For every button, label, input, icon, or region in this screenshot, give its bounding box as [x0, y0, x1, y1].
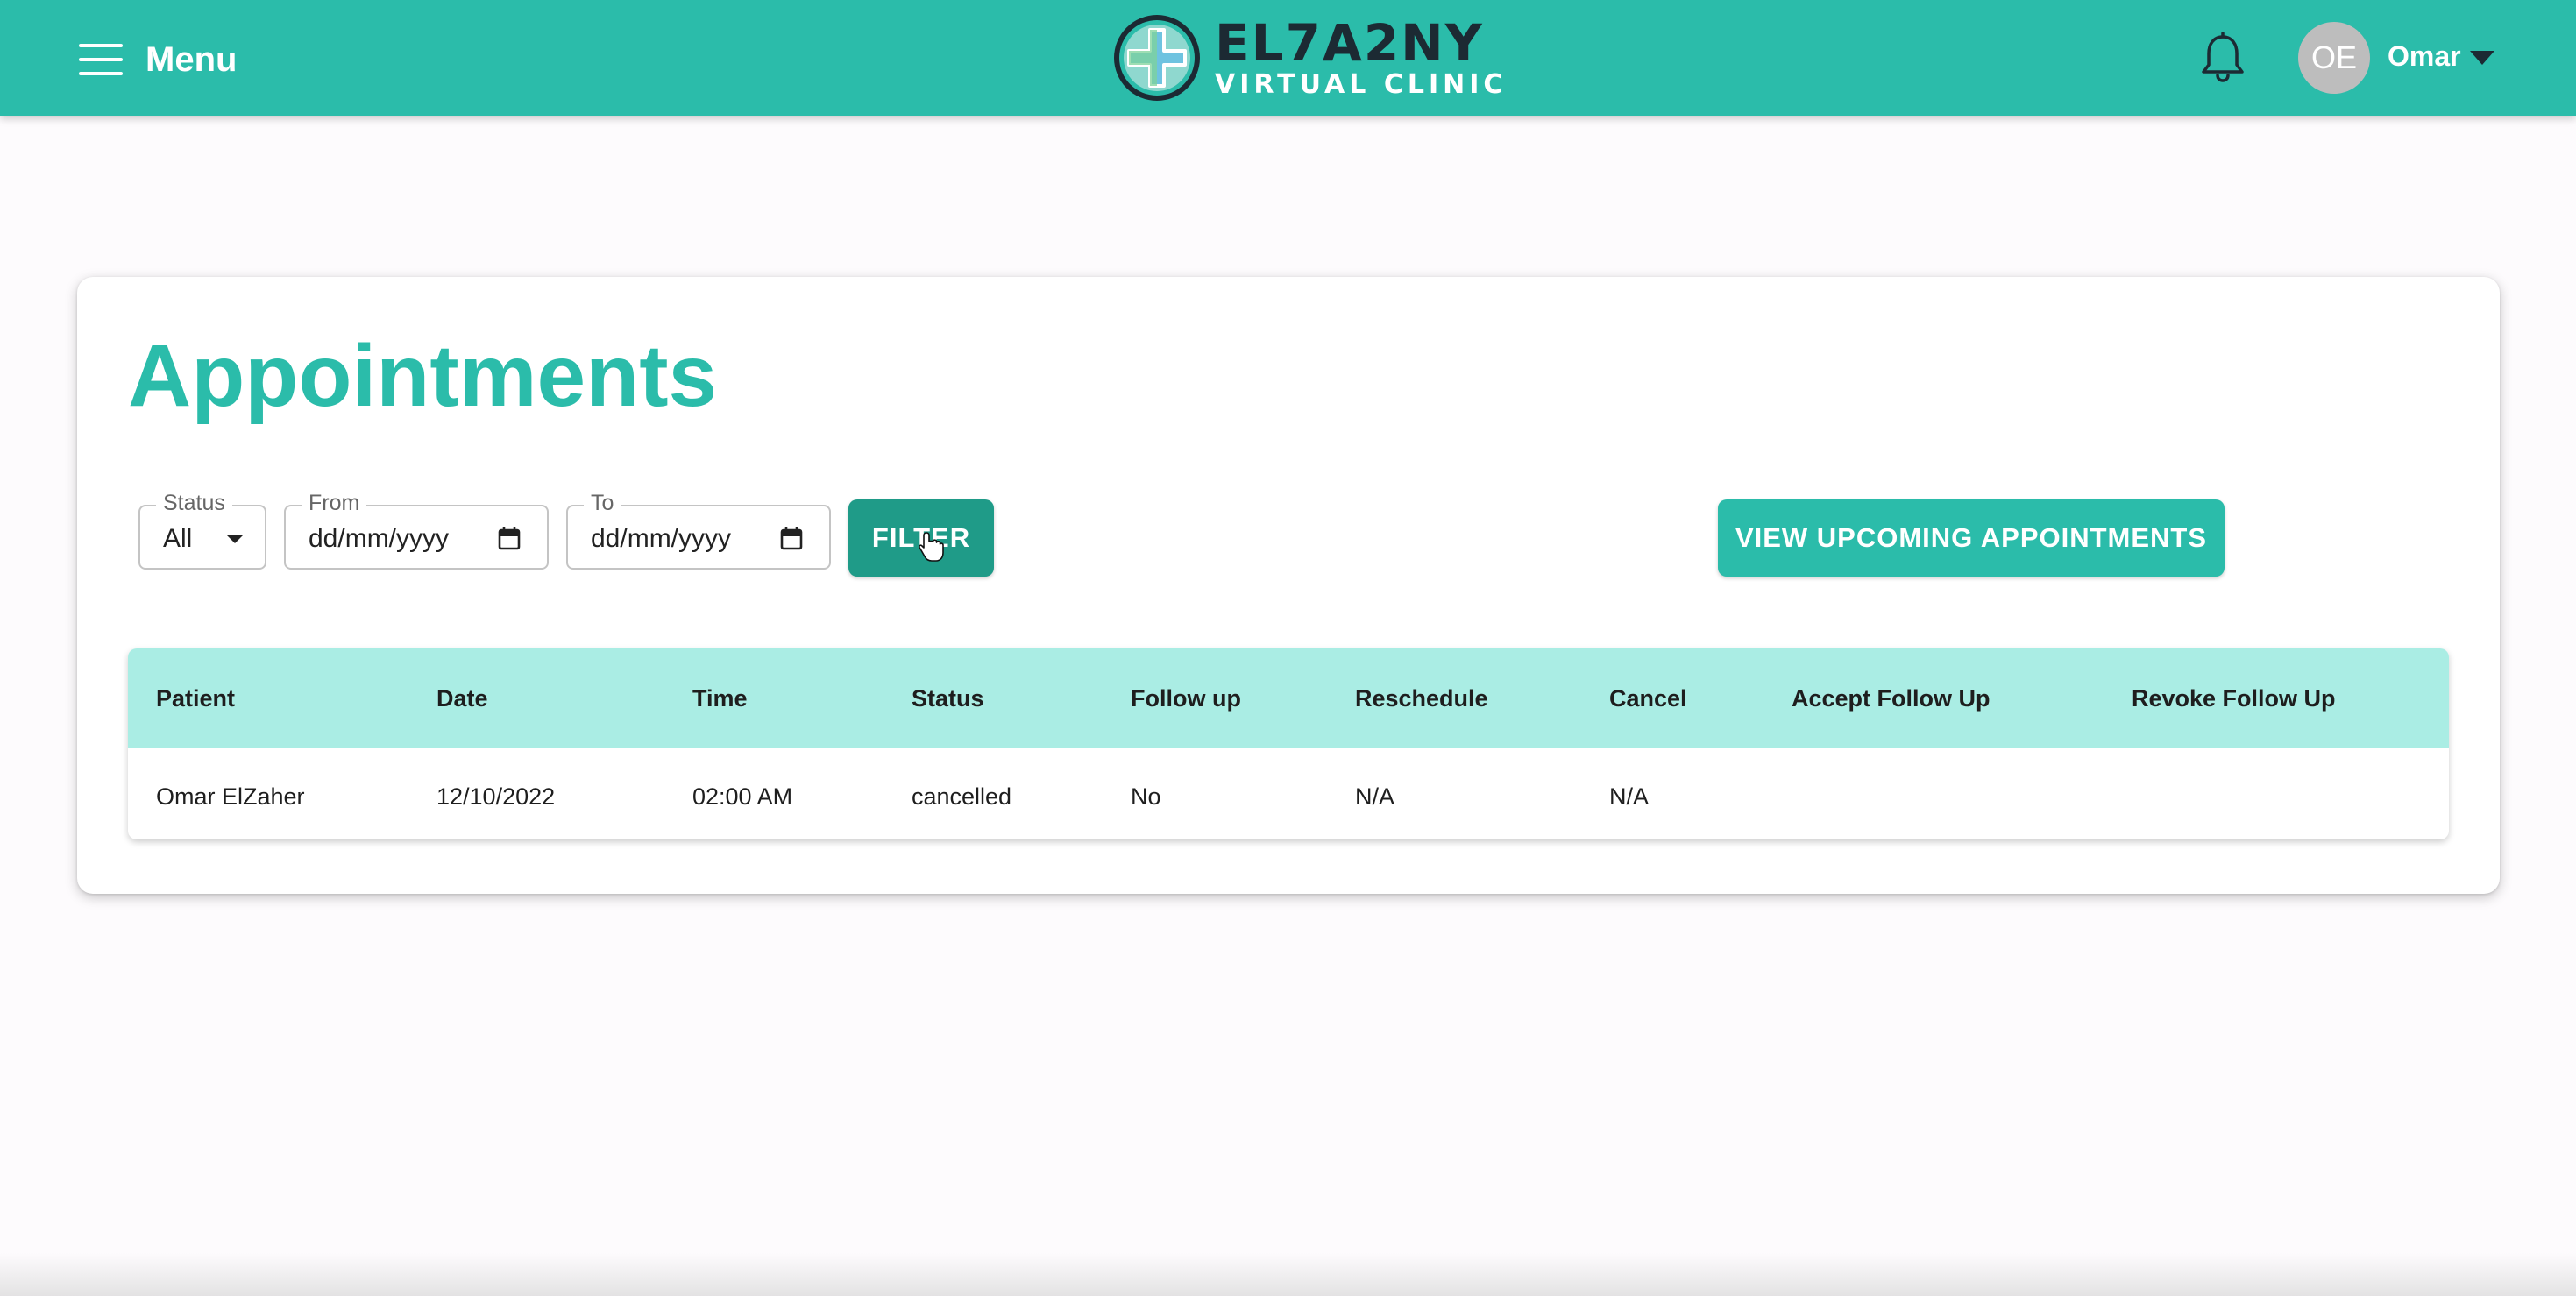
from-label: From	[302, 491, 367, 516]
cell-status: cancelled	[912, 783, 1012, 810]
status-value: All	[163, 524, 193, 553]
caret-down-icon[interactable]	[2470, 51, 2494, 65]
to-label: To	[584, 491, 621, 516]
cell-date: 12/10/2022	[436, 783, 556, 810]
cell-reschedule: N/A	[1355, 783, 1395, 810]
cell-cancel: N/A	[1609, 783, 1650, 810]
col-status[interactable]: Status	[912, 685, 984, 712]
col-patient[interactable]: Patient	[156, 685, 235, 712]
col-accept-follow-up[interactable]: Accept Follow Up	[1792, 685, 1991, 712]
app-header: Menu EL7A2NY VIRTUAL CLINIC OE Omar	[0, 0, 2576, 116]
from-value: dd/mm/yyyy	[309, 524, 450, 553]
to-date-input[interactable]: To dd/mm/yyyy	[566, 491, 831, 570]
logo-subtitle: VIRTUAL CLINIC	[1215, 69, 1508, 100]
avatar[interactable]: OE	[2298, 22, 2370, 94]
col-date[interactable]: Date	[436, 685, 488, 712]
hamburger-icon	[79, 42, 123, 77]
col-follow-up[interactable]: Follow up	[1131, 685, 1241, 712]
col-time[interactable]: Time	[692, 685, 748, 712]
menu-button[interactable]: Menu	[79, 35, 237, 84]
table-header: Patient Date Time Status Follow up Resch…	[128, 648, 2449, 748]
from-date-input[interactable]: From dd/mm/yyyy	[284, 491, 549, 570]
appointments-table: Patient Date Time Status Follow up Resch…	[128, 648, 2449, 839]
view-upcoming-appointments-button[interactable]: VIEW UPCOMING APPOINTMENTS	[1718, 499, 2225, 577]
col-revoke-follow-up[interactable]: Revoke Follow Up	[2132, 685, 2336, 712]
bell-icon[interactable]	[2198, 32, 2247, 84]
col-reschedule[interactable]: Reschedule	[1355, 685, 1488, 712]
status-label: Status	[156, 491, 232, 516]
filter-button[interactable]: FILTER	[848, 499, 994, 577]
cell-follow-up: No	[1131, 783, 1161, 810]
window-bottom-edge	[0, 1253, 2576, 1296]
user-name[interactable]: Omar	[2388, 40, 2461, 73]
table-row[interactable]: Omar ElZaher 12/10/2022 02:00 AM cancell…	[128, 748, 2449, 839]
logo-cross-icon	[1114, 15, 1200, 101]
clinic-logo[interactable]: EL7A2NY VIRTUAL CLINIC	[1111, 12, 1507, 103]
status-select[interactable]: Status All	[138, 491, 266, 570]
calendar-icon[interactable]	[780, 526, 803, 550]
to-value: dd/mm/yyyy	[591, 524, 732, 553]
calendar-icon[interactable]	[498, 526, 521, 550]
cell-patient: Omar ElZaher	[156, 783, 305, 810]
cell-time: 02:00 AM	[692, 783, 793, 810]
col-cancel[interactable]: Cancel	[1609, 685, 1687, 712]
chevron-down-icon	[226, 535, 244, 543]
appointments-card: Appointments Status All From dd/mm/yyyy …	[77, 277, 2500, 894]
page-title: Appointments	[128, 327, 718, 425]
menu-label: Menu	[145, 39, 238, 79]
logo-title: EL7A2NY	[1215, 13, 1484, 73]
